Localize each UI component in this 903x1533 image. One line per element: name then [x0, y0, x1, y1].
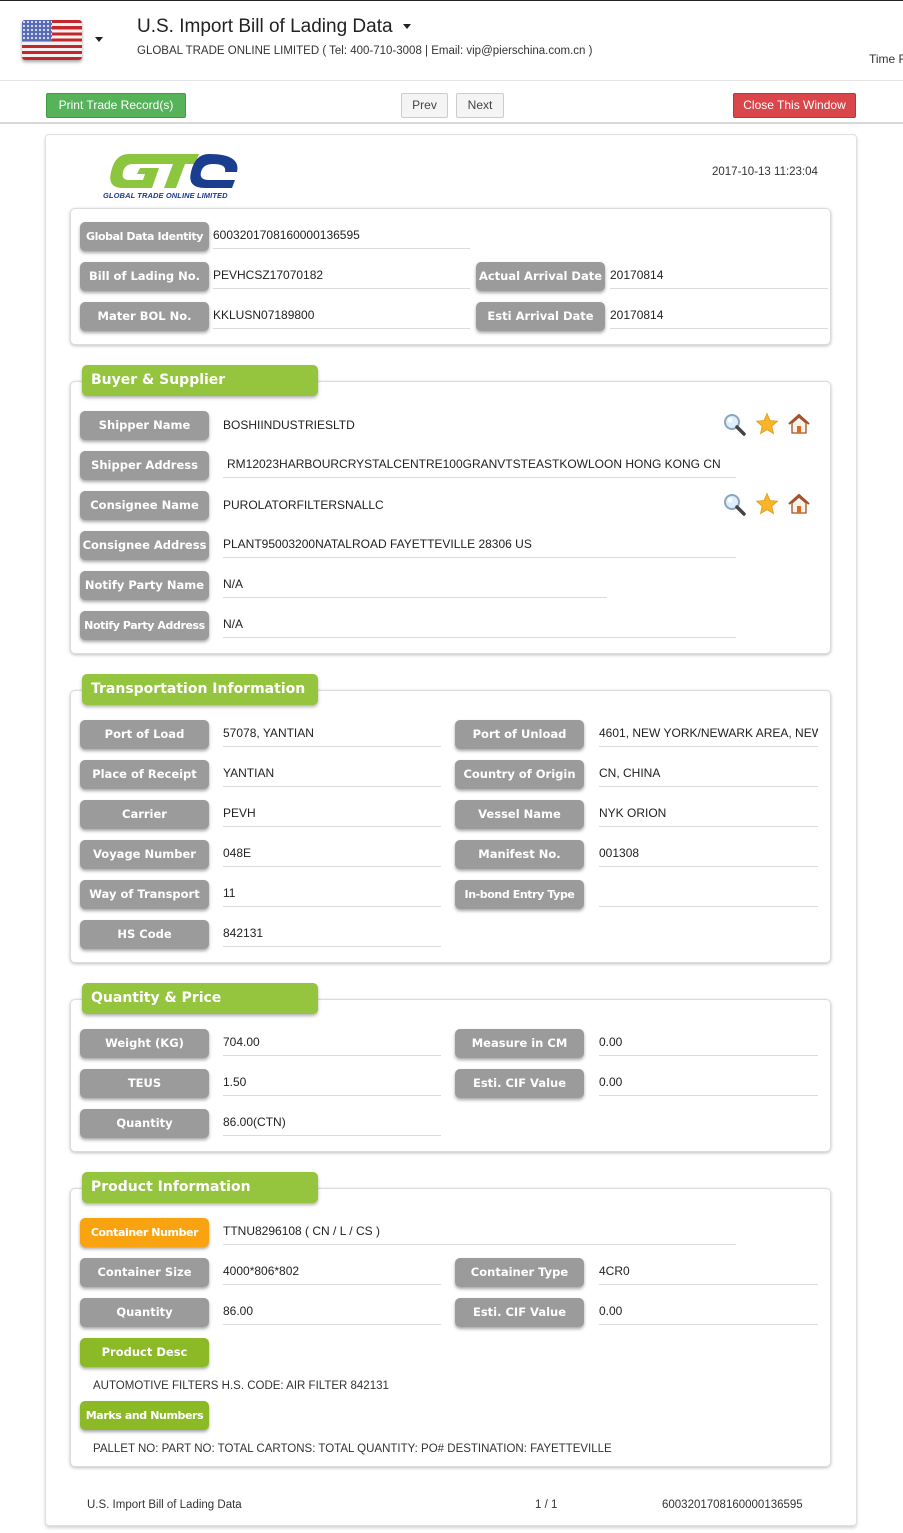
carrier-value: PEVH [223, 805, 441, 827]
voyage-number-value: 048E [223, 845, 441, 867]
port-of-load-value: 57078, YANTIAN [223, 725, 441, 747]
consignee-actions [722, 492, 818, 516]
teus-label: TEUS [80, 1069, 209, 1098]
product-quantity-label: Quantity [80, 1298, 209, 1327]
global-data-identity-value: 6003201708160000136595 [213, 227, 470, 249]
home-icon[interactable] [787, 492, 811, 516]
country-of-origin-label: Country of Origin [455, 760, 584, 789]
product-cif-value: 0.00 [599, 1303, 818, 1325]
close-window-button[interactable]: Close This Window [733, 93, 856, 118]
voyage-number-label: Voyage Number [80, 840, 209, 869]
logo-text: GLOBAL TRADE ONLINE LIMITED [103, 191, 228, 200]
product-desc-text: AUTOMOTIVE FILTERS H.S. CODE: AIR FILTER… [93, 1380, 389, 1392]
inbond-entry-type-label: In-bond Entry Type [455, 880, 584, 909]
global-data-identity-label: Global Data Identity [80, 222, 209, 251]
search-icon[interactable] [722, 412, 746, 436]
company-contact: GLOBAL TRADE ONLINE LIMITED ( Tel: 400-7… [137, 45, 593, 57]
mater-bol-label: Mater BOL No. [80, 302, 209, 331]
star-icon[interactable] [755, 492, 779, 516]
container-number-value: TTNU8296108 ( CN / L / CS ) [223, 1223, 736, 1245]
marks-and-numbers-label: Marks and Numbers [80, 1401, 209, 1430]
container-size-label: Container Size [80, 1258, 209, 1287]
weight-label: Weight (KG) [80, 1029, 209, 1058]
quantity-price-section-title: Quantity & Price Information [82, 983, 318, 1037]
shipper-name-label: Shipper Name [80, 411, 209, 440]
country-dropdown-caret-icon[interactable] [95, 37, 103, 42]
manifest-no-value: 001308 [599, 845, 818, 867]
quantity-value: 86.00(CTN) [223, 1114, 441, 1136]
container-number-label: Container Number [80, 1218, 209, 1247]
hs-code-label: HS Code [80, 920, 209, 949]
title-dropdown-caret-icon[interactable] [402, 24, 411, 30]
buyer-supplier-section-title: Buyer & Supplier Information [82, 365, 318, 419]
footer-page-number: 1 / 1 [535, 1499, 558, 1511]
consignee-name-value: PUROLATORFILTERSNALLC [223, 498, 384, 512]
app-title[interactable]: U.S. Import Bill of Lading Data [137, 16, 411, 38]
product-desc-label: Product Desc [80, 1338, 209, 1367]
port-of-unload-value: 4601, NEW YORK/NEWARK AREA, NEW [599, 725, 818, 747]
home-icon[interactable] [787, 412, 811, 436]
inbond-entry-type-value [599, 885, 818, 907]
time-label: Time F [869, 52, 903, 66]
weight-value: 704.00 [223, 1034, 441, 1056]
next-button[interactable]: Next [456, 93, 504, 118]
measure-value: 0.00 [599, 1034, 818, 1056]
marks-and-numbers-text: PALLET NO: PART NO: TOTAL CARTONS: TOTAL… [93, 1443, 612, 1455]
prev-button[interactable]: Prev [401, 93, 448, 118]
notify-party-address-value: N/A [223, 616, 736, 638]
star-icon[interactable] [755, 412, 779, 436]
port-of-load-label: Port of Load [80, 720, 209, 749]
port-of-unload-label: Port of Unload [455, 720, 584, 749]
product-section-title: Product Information [82, 1172, 318, 1203]
toolbar: Print Trade Record(s) Prev Next Close Th… [0, 81, 903, 124]
shipper-name-value: BOSHIINDUSTRIESLTD [223, 418, 355, 432]
transportation-section-title: Transportation Information [82, 674, 318, 705]
notify-party-name-label: Notify Party Name [80, 571, 209, 600]
vessel-name-value: NYK ORION [599, 805, 818, 827]
country-of-origin-value: CN, CHINA [599, 765, 818, 787]
teus-value: 1.50 [223, 1074, 441, 1096]
product-quantity-value: 86.00 [223, 1303, 441, 1325]
container-type-value: 4CR0 [599, 1263, 818, 1285]
shipper-actions [722, 412, 818, 436]
notify-party-name-value: N/A [223, 576, 607, 598]
product-cif-label: Esti. CIF Value [455, 1298, 584, 1327]
hs-code-value: 842131 [223, 925, 441, 947]
consignee-name-label: Consignee Name [80, 491, 209, 520]
footer-record-id: 6003201708160000136595 [662, 1499, 803, 1511]
consignee-address-value: PLANT95003200NATALROAD FAYETTEVILLE 2830… [223, 536, 736, 558]
print-trade-records-button[interactable]: Print Trade Record(s) [46, 93, 186, 118]
way-of-transport-label: Way of Transport [80, 880, 209, 909]
us-flag-icon[interactable] [22, 20, 82, 60]
bill-of-lading-value: PEVHCSZ17070182 [213, 267, 470, 289]
place-of-receipt-label: Place of Receipt [80, 760, 209, 789]
shipper-address-value: RM12023HARBOURCRYSTALCENTRE100GRANVTSTEA… [223, 456, 736, 478]
actual-arrival-date-value: 20170814 [610, 267, 828, 289]
place-of-receipt-value: YANTIAN [223, 765, 441, 787]
page-header: U.S. Import Bill of Lading Data GLOBAL T… [0, 1, 903, 81]
record-timestamp: 2017-10-13 11:23:04 [712, 166, 818, 178]
mater-bol-value: KKLUSN07189800 [213, 307, 470, 329]
actual-arrival-date-label: Actual Arrival Date [476, 262, 605, 291]
consignee-address-label: Consignee Address [80, 531, 209, 560]
app-title-text: U.S. Import Bill of Lading Data [137, 16, 393, 37]
measure-label: Measure in CM [455, 1029, 584, 1058]
way-of-transport-value: 11 [223, 885, 441, 907]
esti-arrival-date-value: 20170814 [610, 307, 828, 329]
quantity-label: Quantity [80, 1109, 209, 1138]
container-type-label: Container Type [455, 1258, 584, 1287]
container-size-value: 4000*806*802 [223, 1263, 441, 1285]
vessel-name-label: Vessel Name [455, 800, 584, 829]
search-icon[interactable] [722, 492, 746, 516]
cif-value-label: Esti. CIF Value [455, 1069, 584, 1098]
carrier-label: Carrier [80, 800, 209, 829]
footer-title: U.S. Import Bill of Lading Data [87, 1499, 242, 1511]
manifest-no-label: Manifest No. [455, 840, 584, 869]
shipper-address-label: Shipper Address [80, 451, 209, 480]
bill-of-lading-label: Bill of Lading No. [80, 262, 209, 291]
esti-arrival-date-label: Esti Arrival Date [476, 302, 605, 331]
cif-value: 0.00 [599, 1074, 818, 1096]
notify-party-address-label: Notify Party Address [80, 611, 209, 640]
